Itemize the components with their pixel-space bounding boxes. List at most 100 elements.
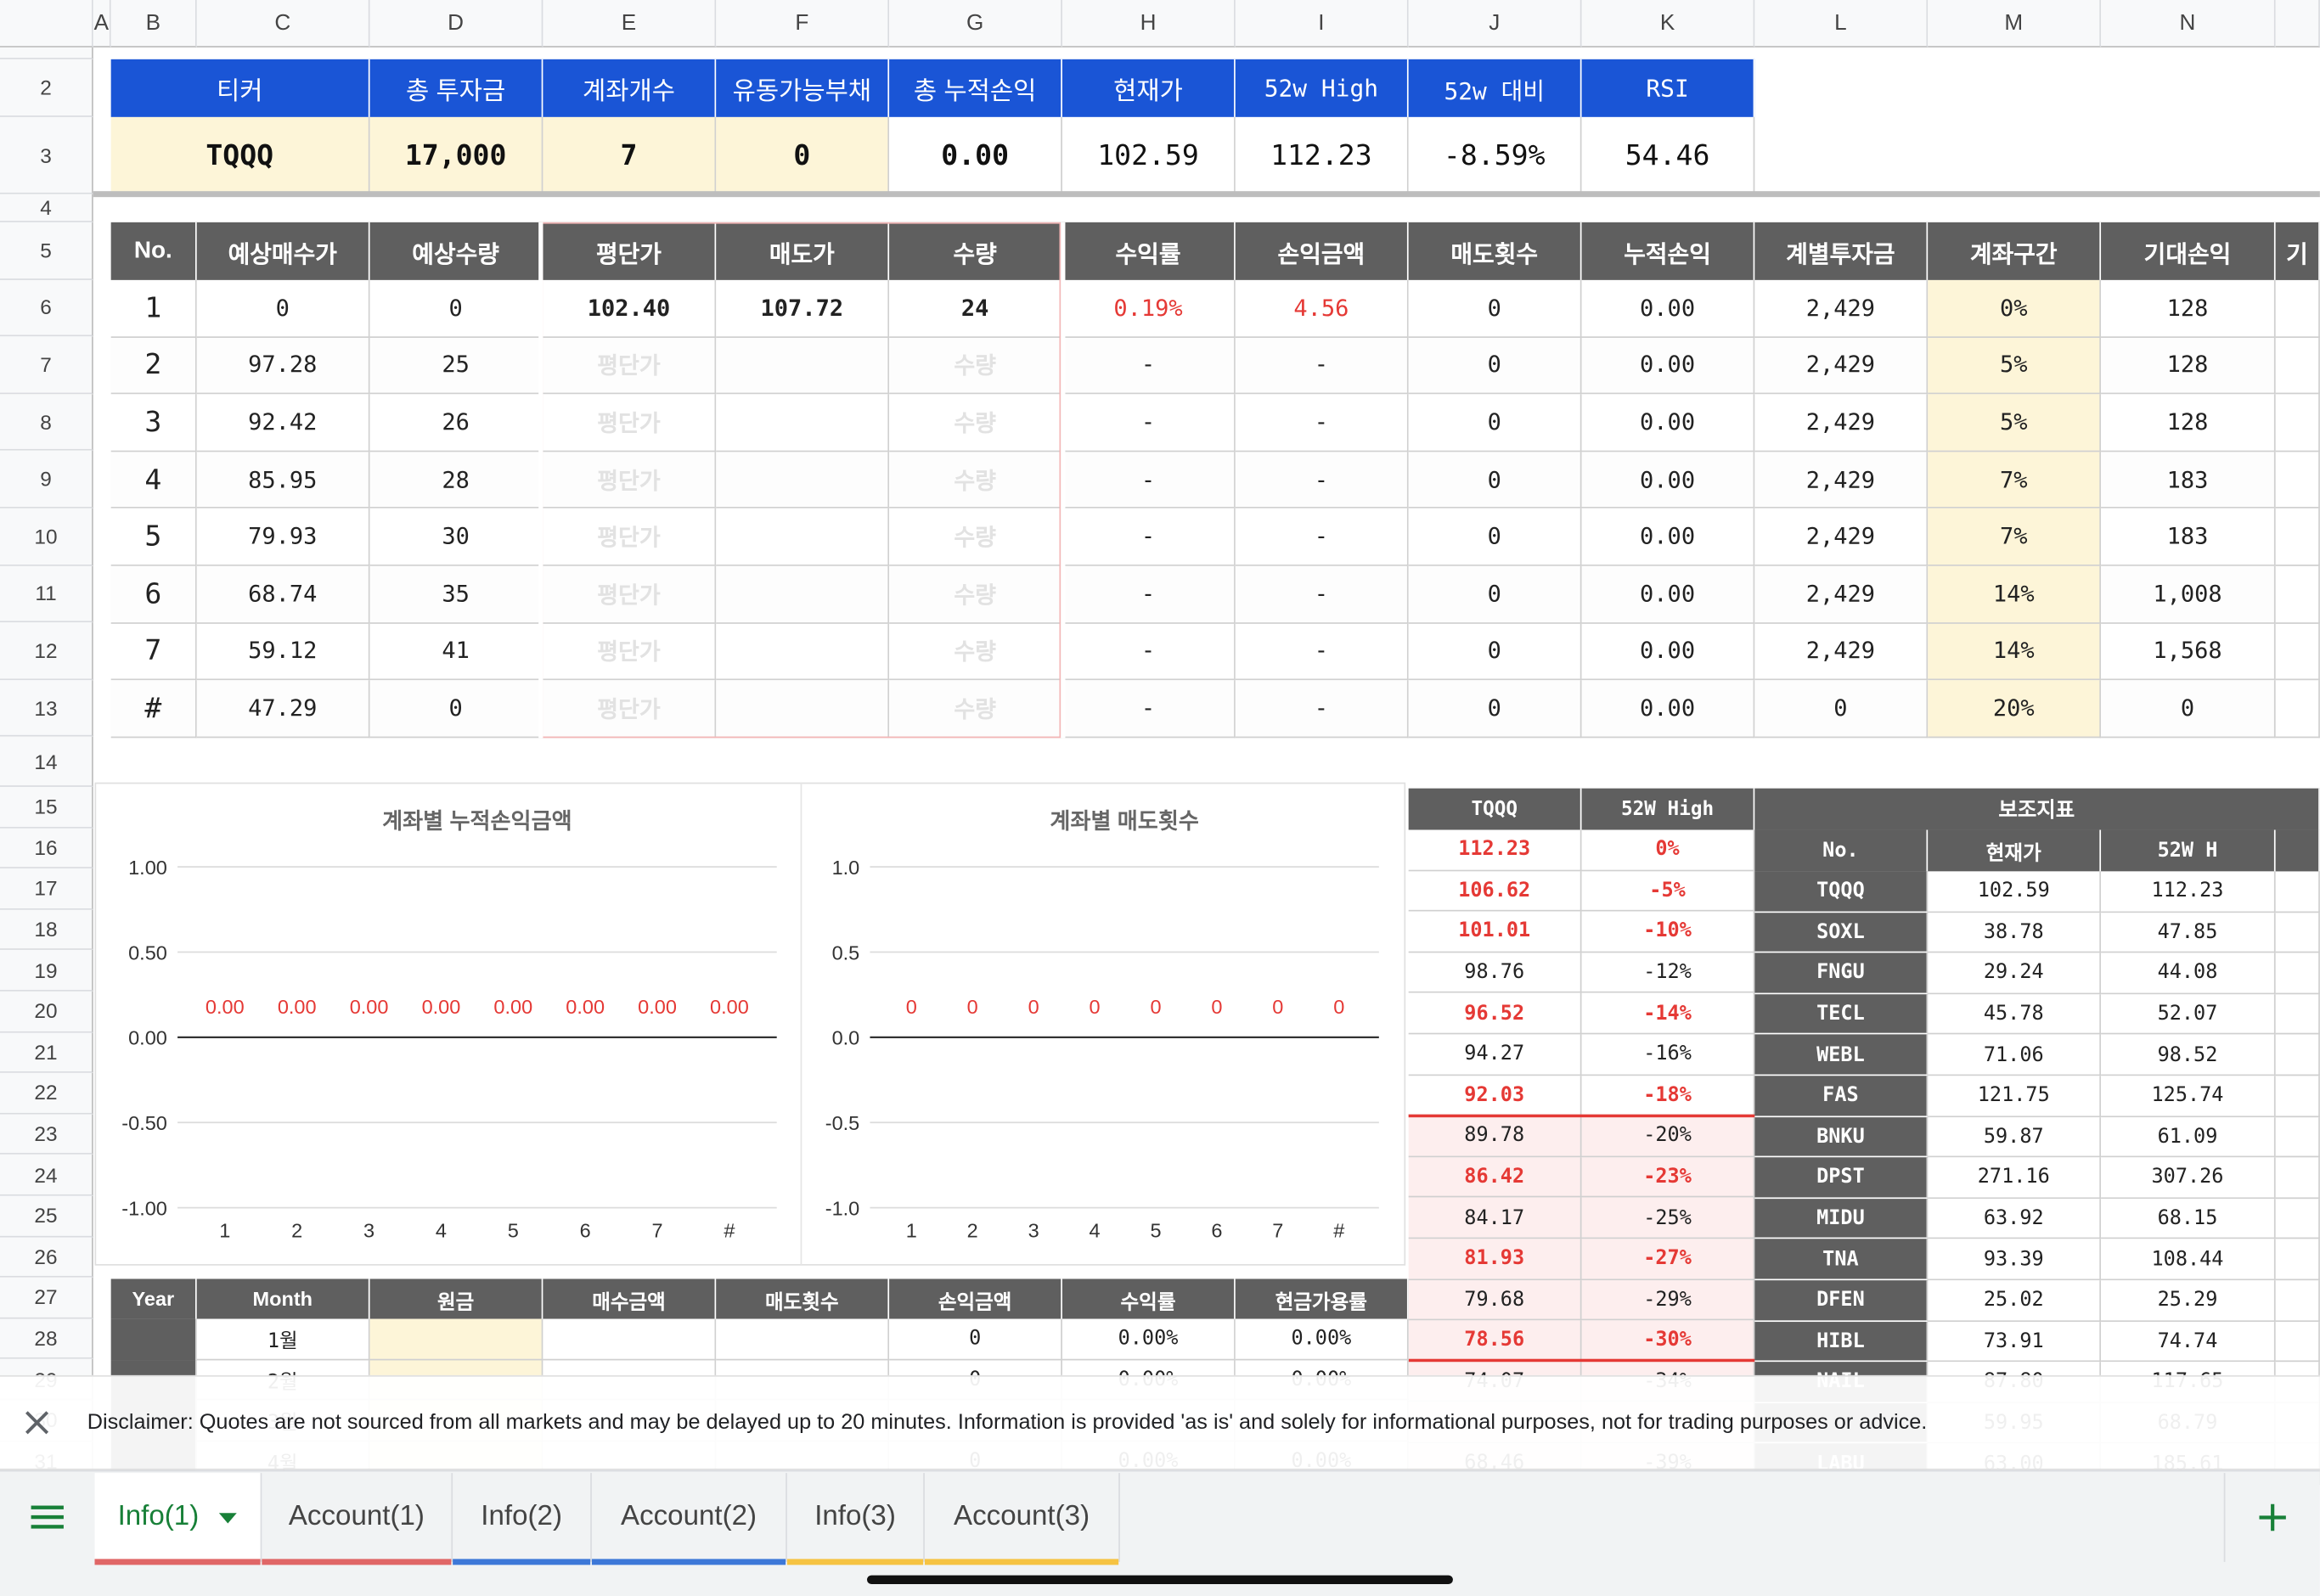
row-header[interactable]: 25 xyxy=(0,1195,93,1237)
main-table-cell[interactable]: 183 xyxy=(2101,509,2276,566)
main-table-cell[interactable]: 85.95 xyxy=(196,452,370,509)
main-table-cell[interactable]: 0.00 xyxy=(1581,394,1755,452)
main-table-cell[interactable]: 0 xyxy=(1408,509,1582,566)
main-table-cell[interactable]: 0.00 xyxy=(1581,337,1755,395)
levels-cell[interactable]: -25% xyxy=(1581,1198,1755,1239)
monthly-cell[interactable] xyxy=(369,1318,543,1360)
main-table-cell[interactable]: - xyxy=(1061,623,1236,681)
aux-cell[interactable]: TNA xyxy=(1754,1239,1929,1281)
main-table-cell[interactable]: 97.28 xyxy=(196,337,370,395)
corner-cell[interactable] xyxy=(0,0,93,48)
levels-cell[interactable]: -16% xyxy=(1581,1034,1755,1076)
chart-cumulative-pnl[interactable]: 계좌별 누적손익금액 1.00 0.50 0.00 -0.50 -1.00 1 0.00 2 0.… xyxy=(95,783,801,1266)
row-header[interactable]: 10 xyxy=(0,508,93,566)
main-table-cell[interactable] xyxy=(2275,452,2320,509)
main-table-cell[interactable]: # xyxy=(110,680,197,738)
aux-cell[interactable]: 98.52 xyxy=(2101,1035,2276,1076)
aux-cell[interactable] xyxy=(2275,871,2320,913)
add-sheet-button[interactable] xyxy=(2223,1473,2320,1562)
levels-cell[interactable]: 78.56 xyxy=(1408,1320,1582,1362)
aux-cell[interactable]: 29.24 xyxy=(1928,953,2102,994)
levels-cell[interactable]: -14% xyxy=(1581,993,1755,1035)
aux-cell[interactable]: HIBL xyxy=(1754,1321,1929,1363)
main-table-cell[interactable]: 2,429 xyxy=(1754,394,1929,452)
aux-cell[interactable]: 25.29 xyxy=(2101,1280,2276,1322)
summary-value[interactable]: 102.59 xyxy=(1061,116,1236,194)
main-table-cell[interactable] xyxy=(2275,623,2320,681)
column-header[interactable]: C xyxy=(196,0,370,48)
row-header[interactable]: 28 xyxy=(0,1318,93,1360)
main-table-cell[interactable]: - xyxy=(1061,394,1236,452)
main-table-cell[interactable]: 0 xyxy=(369,680,543,738)
main-table-cell[interactable]: 2,429 xyxy=(1754,279,1929,338)
main-table-cell[interactable]: - xyxy=(1061,565,1236,624)
aux-cell[interactable]: 45.78 xyxy=(1928,993,2102,1036)
aux-cell[interactable] xyxy=(2275,1239,2320,1281)
main-table-cell[interactable]: 3 xyxy=(110,394,197,452)
row-header[interactable]: 20 xyxy=(0,991,93,1032)
main-table-cell[interactable]: - xyxy=(1235,623,1409,681)
sheet-tab[interactable]: Account(2) xyxy=(591,1473,787,1565)
levels-cell[interactable]: 106.62 xyxy=(1408,870,1582,912)
main-table-cell[interactable]: 30 xyxy=(369,509,543,566)
main-table-cell[interactable]: 7% xyxy=(1928,509,2102,566)
main-table-cell[interactable]: 2,429 xyxy=(1754,337,1929,395)
chart-sell-count[interactable]: 계좌별 매도횟수 1.0 0.5 0.0 -0.5 -1.0 1 0 2 0 3 0 4 0 5 0 6 0 7 0 #… xyxy=(802,783,1405,1266)
main-table-cell[interactable]: - xyxy=(1235,565,1409,624)
row-header[interactable]: 6 xyxy=(0,279,93,337)
close-icon[interactable] xyxy=(0,1408,74,1437)
sheet-tab[interactable]: Info(3) xyxy=(786,1473,925,1565)
row-header[interactable]: 5 xyxy=(0,222,93,280)
main-table-cell[interactable]: - xyxy=(1235,394,1409,452)
main-table-cell[interactable]: 0.00 xyxy=(1581,279,1755,338)
main-table-cell[interactable]: 0.19% xyxy=(1061,279,1236,338)
main-table-cell[interactable] xyxy=(2275,680,2320,738)
aux-cell[interactable] xyxy=(2275,993,2320,1036)
main-table-cell[interactable]: 6 xyxy=(110,565,197,624)
row-header[interactable]: 18 xyxy=(0,909,93,951)
main-table-cell[interactable]: 35 xyxy=(369,565,543,624)
column-header[interactable] xyxy=(2275,0,2320,48)
levels-cell[interactable]: -18% xyxy=(1581,1075,1755,1116)
main-table-cell[interactable]: 20% xyxy=(1928,680,2102,738)
row-header[interactable]: 16 xyxy=(0,828,93,869)
summary-value[interactable]: 7 xyxy=(543,116,717,194)
aux-cell[interactable] xyxy=(2275,912,2320,953)
main-table-cell[interactable]: 2,429 xyxy=(1754,509,1929,566)
column-header[interactable]: H xyxy=(1061,0,1236,48)
monthly-cell[interactable]: 0.00% xyxy=(1235,1318,1409,1360)
sheet-tab[interactable]: Account(3) xyxy=(924,1473,1120,1565)
main-table-cell[interactable] xyxy=(2275,509,2320,566)
row-header[interactable]: 24 xyxy=(0,1155,93,1196)
aux-cell[interactable]: 108.44 xyxy=(2101,1239,2276,1281)
levels-cell[interactable]: -23% xyxy=(1581,1156,1755,1199)
row-header[interactable]: 21 xyxy=(0,1031,93,1074)
aux-cell[interactable]: FAS xyxy=(1754,1076,1929,1117)
main-table-cell[interactable]: 0 xyxy=(1754,680,1929,738)
row-header[interactable]: 9 xyxy=(0,451,93,509)
main-table-cell[interactable]: 7 xyxy=(110,623,197,681)
levels-cell[interactable]: 101.01 xyxy=(1408,911,1582,953)
main-table-cell[interactable]: 25 xyxy=(369,337,543,395)
summary-value[interactable]: 0.00 xyxy=(889,116,1062,194)
main-table-cell[interactable] xyxy=(2275,394,2320,452)
main-table-cell[interactable]: 4 xyxy=(110,452,197,509)
aux-cell[interactable]: 93.39 xyxy=(1928,1239,2102,1281)
row-header[interactable]: 2 xyxy=(0,59,93,117)
aux-cell[interactable]: 68.15 xyxy=(2101,1198,2276,1240)
main-table-cell[interactable]: 128 xyxy=(2101,337,2276,395)
levels-cell[interactable]: 0% xyxy=(1581,829,1755,871)
column-header[interactable]: L xyxy=(1754,0,1929,48)
levels-cell[interactable]: 98.76 xyxy=(1408,953,1582,994)
aux-cell[interactable]: 52.07 xyxy=(2101,993,2276,1036)
aux-cell[interactable] xyxy=(2275,1157,2320,1199)
row-header[interactable]: 23 xyxy=(0,1114,93,1155)
levels-cell[interactable]: 86.42 xyxy=(1408,1156,1582,1199)
row-header[interactable]: 27 xyxy=(0,1278,93,1319)
row-header[interactable]: 26 xyxy=(0,1236,93,1278)
row-header[interactable]: 13 xyxy=(0,679,93,738)
column-header[interactable]: J xyxy=(1408,0,1582,48)
main-table-cell[interactable]: 26 xyxy=(369,394,543,452)
main-table-cell[interactable]: 0 xyxy=(1408,680,1582,738)
main-table-cell[interactable]: 4.56 xyxy=(1235,279,1409,338)
